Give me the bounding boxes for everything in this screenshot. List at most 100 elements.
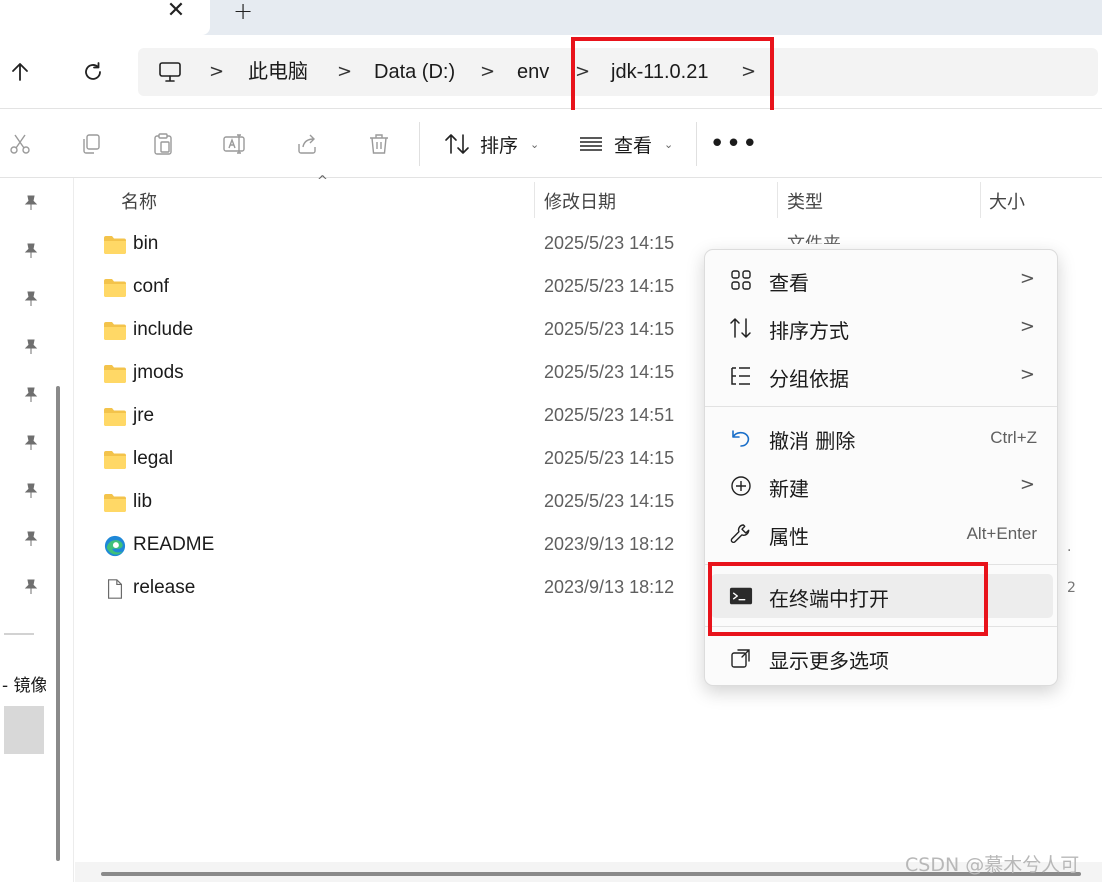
pin-icon[interactable] <box>22 530 40 548</box>
file-date: 2025/5/23 14:15 <box>544 276 675 296</box>
column-divider[interactable] <box>980 182 981 218</box>
menu-item-sort-by[interactable]: 排序方式 > <box>711 306 1053 350</box>
folder-icon <box>104 408 126 426</box>
chevron-right-icon: > <box>1019 364 1035 385</box>
nav-pane-selected-item[interactable] <box>4 706 44 754</box>
group-by-icon <box>729 364 753 388</box>
folder-icon <box>104 236 126 254</box>
file-date: 2025/5/23 14:15 <box>544 319 675 339</box>
nav-pane-item-label[interactable]: - 镜像 <box>2 671 46 696</box>
pin-icon[interactable] <box>22 578 40 596</box>
command-toolbar: 排序 ⌄ 查看 ⌄ ••• <box>0 110 1102 178</box>
menu-item-new[interactable]: 新建 > <box>711 464 1053 508</box>
arrow-up-icon <box>12 63 28 81</box>
folder-icon <box>104 494 126 512</box>
pin-icon[interactable] <box>22 242 40 260</box>
sort-icon <box>729 316 753 340</box>
file-icon <box>107 579 123 599</box>
column-divider[interactable] <box>777 182 778 218</box>
file-name: include <box>133 319 194 340</box>
file-type: 文件夹 <box>787 230 841 244</box>
file-name: release <box>133 577 196 598</box>
toolbar-divider <box>419 122 420 166</box>
sort-label: 排序 <box>480 134 519 157</box>
file-date: 2025/5/23 14:15 <box>544 362 675 382</box>
breadcrumb-this-pc[interactable]: 此电脑 <box>248 60 308 84</box>
pin-icon[interactable] <box>22 482 40 500</box>
folder-icon <box>104 451 126 469</box>
toolbar-divider <box>696 122 697 166</box>
folder-icon <box>104 365 126 383</box>
column-header-name[interactable]: 名称 <box>121 188 157 214</box>
file-name: jmods <box>133 362 184 383</box>
column-header-date[interactable]: 修改日期 <box>544 188 616 214</box>
navigation-bar: > 此电脑 > Data (D:) > env > jdk-11.0.21 > <box>0 35 1102 109</box>
menu-item-label: 撤消 删除 <box>769 429 856 453</box>
column-header-size[interactable]: 大小 <box>989 188 1025 214</box>
copy-icon <box>83 134 100 154</box>
column-divider[interactable] <box>534 182 535 218</box>
view-button[interactable]: 查看 ⌄ <box>578 128 673 160</box>
menu-divider <box>705 406 1057 407</box>
truncated-cell: 2 <box>1067 580 1076 596</box>
breadcrumb-separator: > <box>480 61 496 82</box>
more-options-button[interactable]: ••• <box>710 129 758 159</box>
share-icon <box>298 134 316 154</box>
file-date: 2025/5/23 14:51 <box>544 405 675 425</box>
file-date: 2023/9/13 18:12 <box>544 534 675 554</box>
pin-icon[interactable] <box>22 338 40 356</box>
column-header-row: ^ 名称 修改日期 类型 大小 <box>75 174 1102 220</box>
menu-item-properties[interactable]: 属性 Alt+Enter <box>711 512 1053 556</box>
pin-icon[interactable] <box>22 434 40 452</box>
tab-close-button[interactable]: ✕ <box>164 0 188 24</box>
up-button[interactable] <box>3 55 37 89</box>
sort-button[interactable]: 排序 ⌄ <box>444 128 539 160</box>
menu-item-shortcut: Ctrl+Z <box>990 428 1037 447</box>
copy-button[interactable] <box>76 129 106 159</box>
grid-view-icon <box>729 268 753 292</box>
breadcrumb-env[interactable]: env <box>517 60 549 84</box>
menu-item-label: 属性 <box>769 525 809 549</box>
file-name: lib <box>133 491 153 512</box>
menu-item-view[interactable]: 查看 > <box>711 258 1053 302</box>
tab-strip: ✕ + <box>0 0 1102 35</box>
cut-button[interactable] <box>5 129 35 159</box>
truncated-cell: . <box>1067 539 1072 555</box>
menu-item-undo-delete[interactable]: 撤消 删除 Ctrl+Z <box>711 416 1053 460</box>
column-header-type[interactable]: 类型 <box>787 188 823 214</box>
menu-item-label: 排序方式 <box>769 319 849 343</box>
refresh-button[interactable] <box>76 55 110 89</box>
file-date: 2025/5/23 14:15 <box>544 448 675 468</box>
menu-item-label: 分组依据 <box>769 367 849 391</box>
pin-icon[interactable] <box>22 290 40 308</box>
nav-pane-scrollbar[interactable] <box>56 386 60 861</box>
paste-button[interactable] <box>148 129 178 159</box>
menu-item-show-more-options[interactable]: 显示更多选项 <box>711 636 1053 680</box>
chevron-down-icon: ⌄ <box>664 137 674 151</box>
new-tab-button[interactable]: + <box>230 0 256 24</box>
view-lines-icon <box>580 137 602 151</box>
pin-icon[interactable] <box>22 194 40 212</box>
scissors-icon <box>10 134 30 154</box>
breadcrumb-separator: > <box>209 61 225 82</box>
breadcrumb-separator: > <box>337 61 353 82</box>
edge-browser-icon <box>104 535 126 557</box>
undo-icon <box>729 426 753 450</box>
show-more-icon <box>729 646 753 670</box>
annotation-highlight-box <box>708 562 988 636</box>
menu-item-group-by[interactable]: 分组依据 > <box>711 354 1053 398</box>
share-button[interactable] <box>292 129 322 159</box>
breadcrumb-data-drive[interactable]: Data (D:) <box>374 60 455 84</box>
file-name: bin <box>133 233 159 254</box>
view-label: 查看 <box>614 134 653 157</box>
refresh-icon <box>85 62 101 80</box>
new-plus-icon <box>729 474 753 498</box>
delete-button[interactable] <box>364 129 394 159</box>
rename-button[interactable] <box>220 129 250 159</box>
annotation-highlight-box <box>571 37 774 114</box>
pin-icon[interactable] <box>22 386 40 404</box>
sort-icon <box>445 134 469 154</box>
menu-item-shortcut: Alt+Enter <box>966 524 1037 543</box>
menu-item-label: 新建 <box>769 477 809 501</box>
menu-item-label: 查看 <box>769 271 809 295</box>
